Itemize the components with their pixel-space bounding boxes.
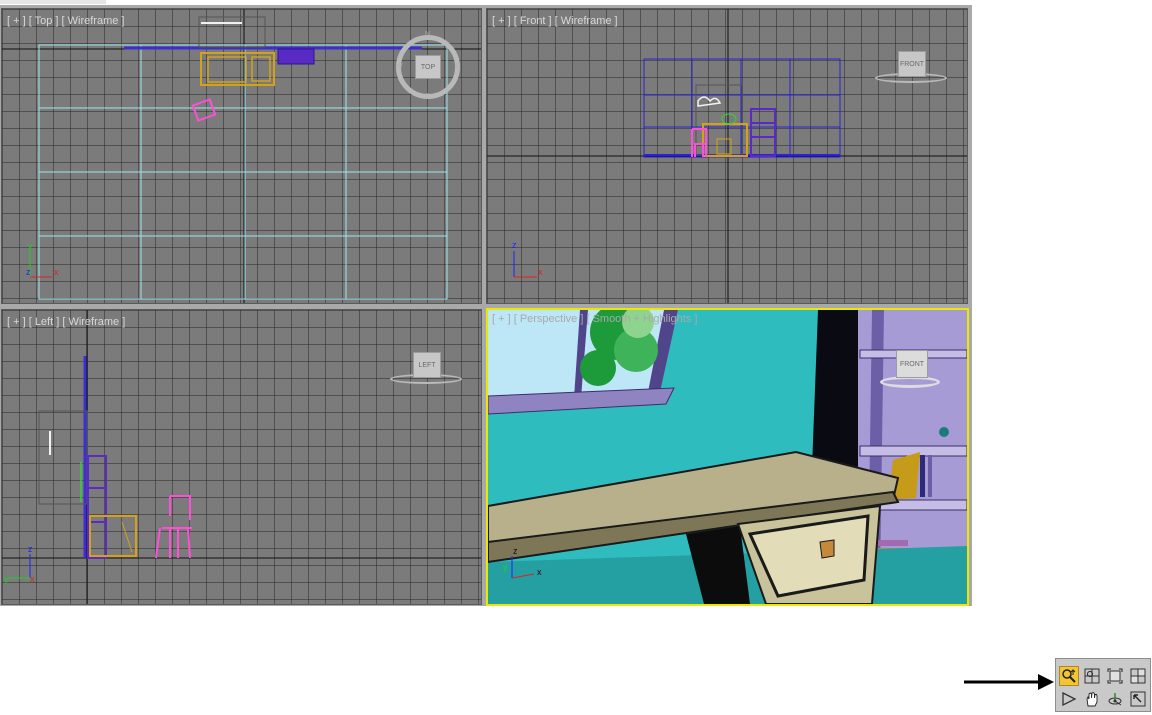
orbit-button[interactable] [1105, 689, 1125, 709]
field-of-view-icon [1062, 691, 1077, 707]
left-viewport-label[interactable]: [ + ] [ Left ] [ Wireframe ] [7, 316, 125, 328]
axis-y-label: y [4, 574, 9, 584]
viewcube-face[interactable]: FRONT [898, 51, 926, 77]
viewport-navigation-controls [1055, 658, 1151, 712]
front-viewport[interactable]: [ + ] [ Front ] [ Wireframe ] z x FRONT [486, 8, 968, 304]
viewcube-front[interactable]: FRONT [875, 47, 947, 87]
field-of-view-button[interactable] [1059, 689, 1079, 709]
axis-x-label: x [538, 267, 543, 277]
perspective-viewport[interactable]: y x z [ + ] [ Perspective ] [ Smooth + H… [486, 308, 969, 606]
perspective-viewport-label[interactable]: [ + ] [ Perspective ] [ Smooth + Highlig… [492, 313, 697, 325]
viewcube-top[interactable]: TOP N W E S [394, 31, 462, 101]
viewcube-perspective[interactable]: FRONT [876, 348, 948, 392]
axis-z-label: z [513, 546, 518, 556]
left-viewport[interactable]: [ + ] [ Left ] [ Wireframe ] z y x LEFT [1, 309, 482, 605]
viewcube-face[interactable]: LEFT [413, 352, 441, 378]
top-viewport-label[interactable]: [ + ] [ Top ] [ Wireframe ] [7, 15, 124, 27]
axis-z-label: z [26, 267, 31, 277]
zoom-all-button[interactable] [1082, 666, 1102, 686]
viewcube-face[interactable]: TOP [415, 55, 441, 79]
axis-y-label: y [28, 241, 33, 251]
viewcube-left[interactable]: LEFT [390, 348, 462, 388]
axis-z-label: z [28, 544, 33, 554]
pointer-arrow [964, 674, 1054, 690]
orbit-icon [1108, 693, 1122, 706]
zoom-extents-all-button[interactable] [1128, 666, 1148, 686]
zoom-all-icon [1084, 668, 1100, 684]
viewport-area: [ + ] [ Top ] [ Wireframe ] y x z TOP N … [0, 5, 972, 606]
maximize-viewport-icon [1130, 691, 1146, 707]
compass-w: W [396, 63, 403, 70]
axis-x-label: x [30, 574, 35, 584]
axis-y-label: y [503, 562, 508, 572]
zoom-button[interactable] [1059, 666, 1079, 686]
zoom-extents-icon [1107, 668, 1123, 684]
axis-z-label: z [512, 240, 517, 250]
top-strip [0, 0, 106, 4]
zoom-extents-all-icon [1130, 668, 1146, 684]
zoom-icon [1062, 669, 1076, 683]
compass-s: S [425, 93, 430, 100]
compass-e: E [455, 63, 460, 70]
compass-n: N [425, 31, 431, 38]
maximize-viewport-button[interactable] [1128, 689, 1148, 709]
front-viewport-label[interactable]: [ + ] [ Front ] [ Wireframe ] [492, 15, 618, 27]
pan-hand-icon [1086, 691, 1098, 707]
axis-x-label: x [537, 567, 542, 577]
zoom-extents-button[interactable] [1105, 666, 1125, 686]
top-viewport[interactable]: [ + ] [ Top ] [ Wireframe ] y x z TOP N … [1, 8, 482, 304]
viewcube-face[interactable]: FRONT [896, 350, 928, 378]
pan-button[interactable] [1082, 689, 1102, 709]
axis-x-label: x [54, 267, 59, 277]
